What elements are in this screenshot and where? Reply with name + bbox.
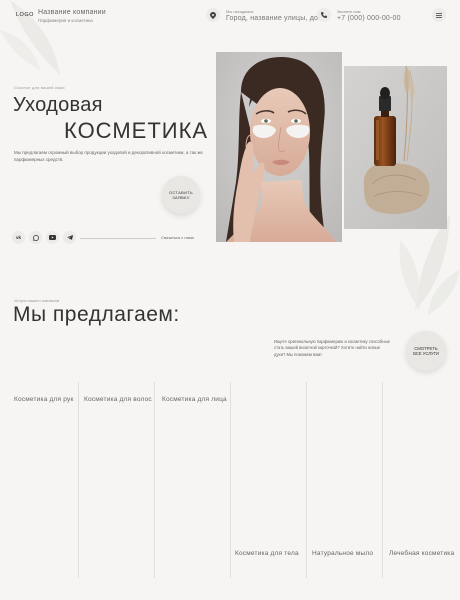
see-all-services-button[interactable]: Смотреть все услуги bbox=[406, 331, 446, 371]
vk-icon[interactable]: vk bbox=[12, 231, 25, 244]
category-face-care[interactable]: Косметика для лица bbox=[162, 396, 227, 403]
contact-us-link[interactable]: Связаться с нами bbox=[161, 235, 194, 240]
phone-icon bbox=[317, 8, 331, 22]
company-tagline: Парфюмерия и косметика bbox=[38, 18, 93, 23]
hero-description: Мы предлагаем огромный выбор продукции у… bbox=[14, 150, 203, 162]
offer-title: Мы предлагаем: bbox=[13, 303, 180, 326]
whatsapp-icon[interactable] bbox=[29, 231, 42, 244]
grid-divider bbox=[78, 382, 79, 578]
social-links: vk bbox=[12, 231, 76, 244]
menu-icon bbox=[436, 12, 442, 18]
logo[interactable]: LOGO bbox=[16, 12, 34, 18]
category-body-care[interactable]: Косметика для тела bbox=[235, 550, 299, 557]
hero-photo-woman bbox=[216, 52, 342, 242]
location-block: Мы находимся: Город, название улицы, дом bbox=[226, 9, 323, 22]
header: LOGO Название компании Парфюмерия и косм… bbox=[0, 0, 460, 32]
hero-title-line2: косметика bbox=[64, 118, 209, 143]
location-value: Город, название улицы, дом bbox=[226, 15, 324, 22]
company-name: Название компании bbox=[38, 9, 106, 16]
company-block: Название компании Парфюмерия и косметика bbox=[38, 9, 106, 23]
grid-divider bbox=[154, 382, 155, 578]
leave-request-button[interactable]: Оставить заявку bbox=[162, 176, 200, 214]
offer-description: Ищете оригинальную парфюмерию и косметик… bbox=[274, 339, 390, 357]
category-hand-care[interactable]: Косметика для рук bbox=[14, 396, 73, 403]
category-medical-cosmetics[interactable]: Лечебная косметика bbox=[389, 550, 454, 557]
grid-divider bbox=[382, 382, 383, 578]
category-hair-care[interactable]: Косметика для волос bbox=[84, 396, 152, 403]
category-natural-soap[interactable]: Натуральное мыло bbox=[312, 550, 373, 557]
grid-divider bbox=[230, 382, 231, 578]
hero-eyebrow: Счастье для вашей кожи bbox=[14, 85, 65, 90]
phone-label: Звоните нам bbox=[337, 9, 361, 14]
grid-divider bbox=[306, 382, 307, 578]
hero-photo-serum bbox=[344, 66, 447, 229]
location-label: Мы находимся: bbox=[226, 9, 255, 14]
telegram-icon[interactable] bbox=[63, 231, 76, 244]
divider-line bbox=[80, 237, 156, 239]
menu-button[interactable] bbox=[432, 8, 446, 22]
hero-title-line1: Уходовая bbox=[13, 94, 103, 116]
youtube-icon[interactable] bbox=[46, 231, 59, 244]
category-grid: Косметика для рук Косметика для волос Ко… bbox=[0, 382, 460, 578]
phone-value[interactable]: +7 (000) 000-00-00 bbox=[337, 15, 401, 22]
location-icon bbox=[206, 8, 220, 22]
phone-block: Звоните нам +7 (000) 000-00-00 bbox=[337, 9, 401, 22]
